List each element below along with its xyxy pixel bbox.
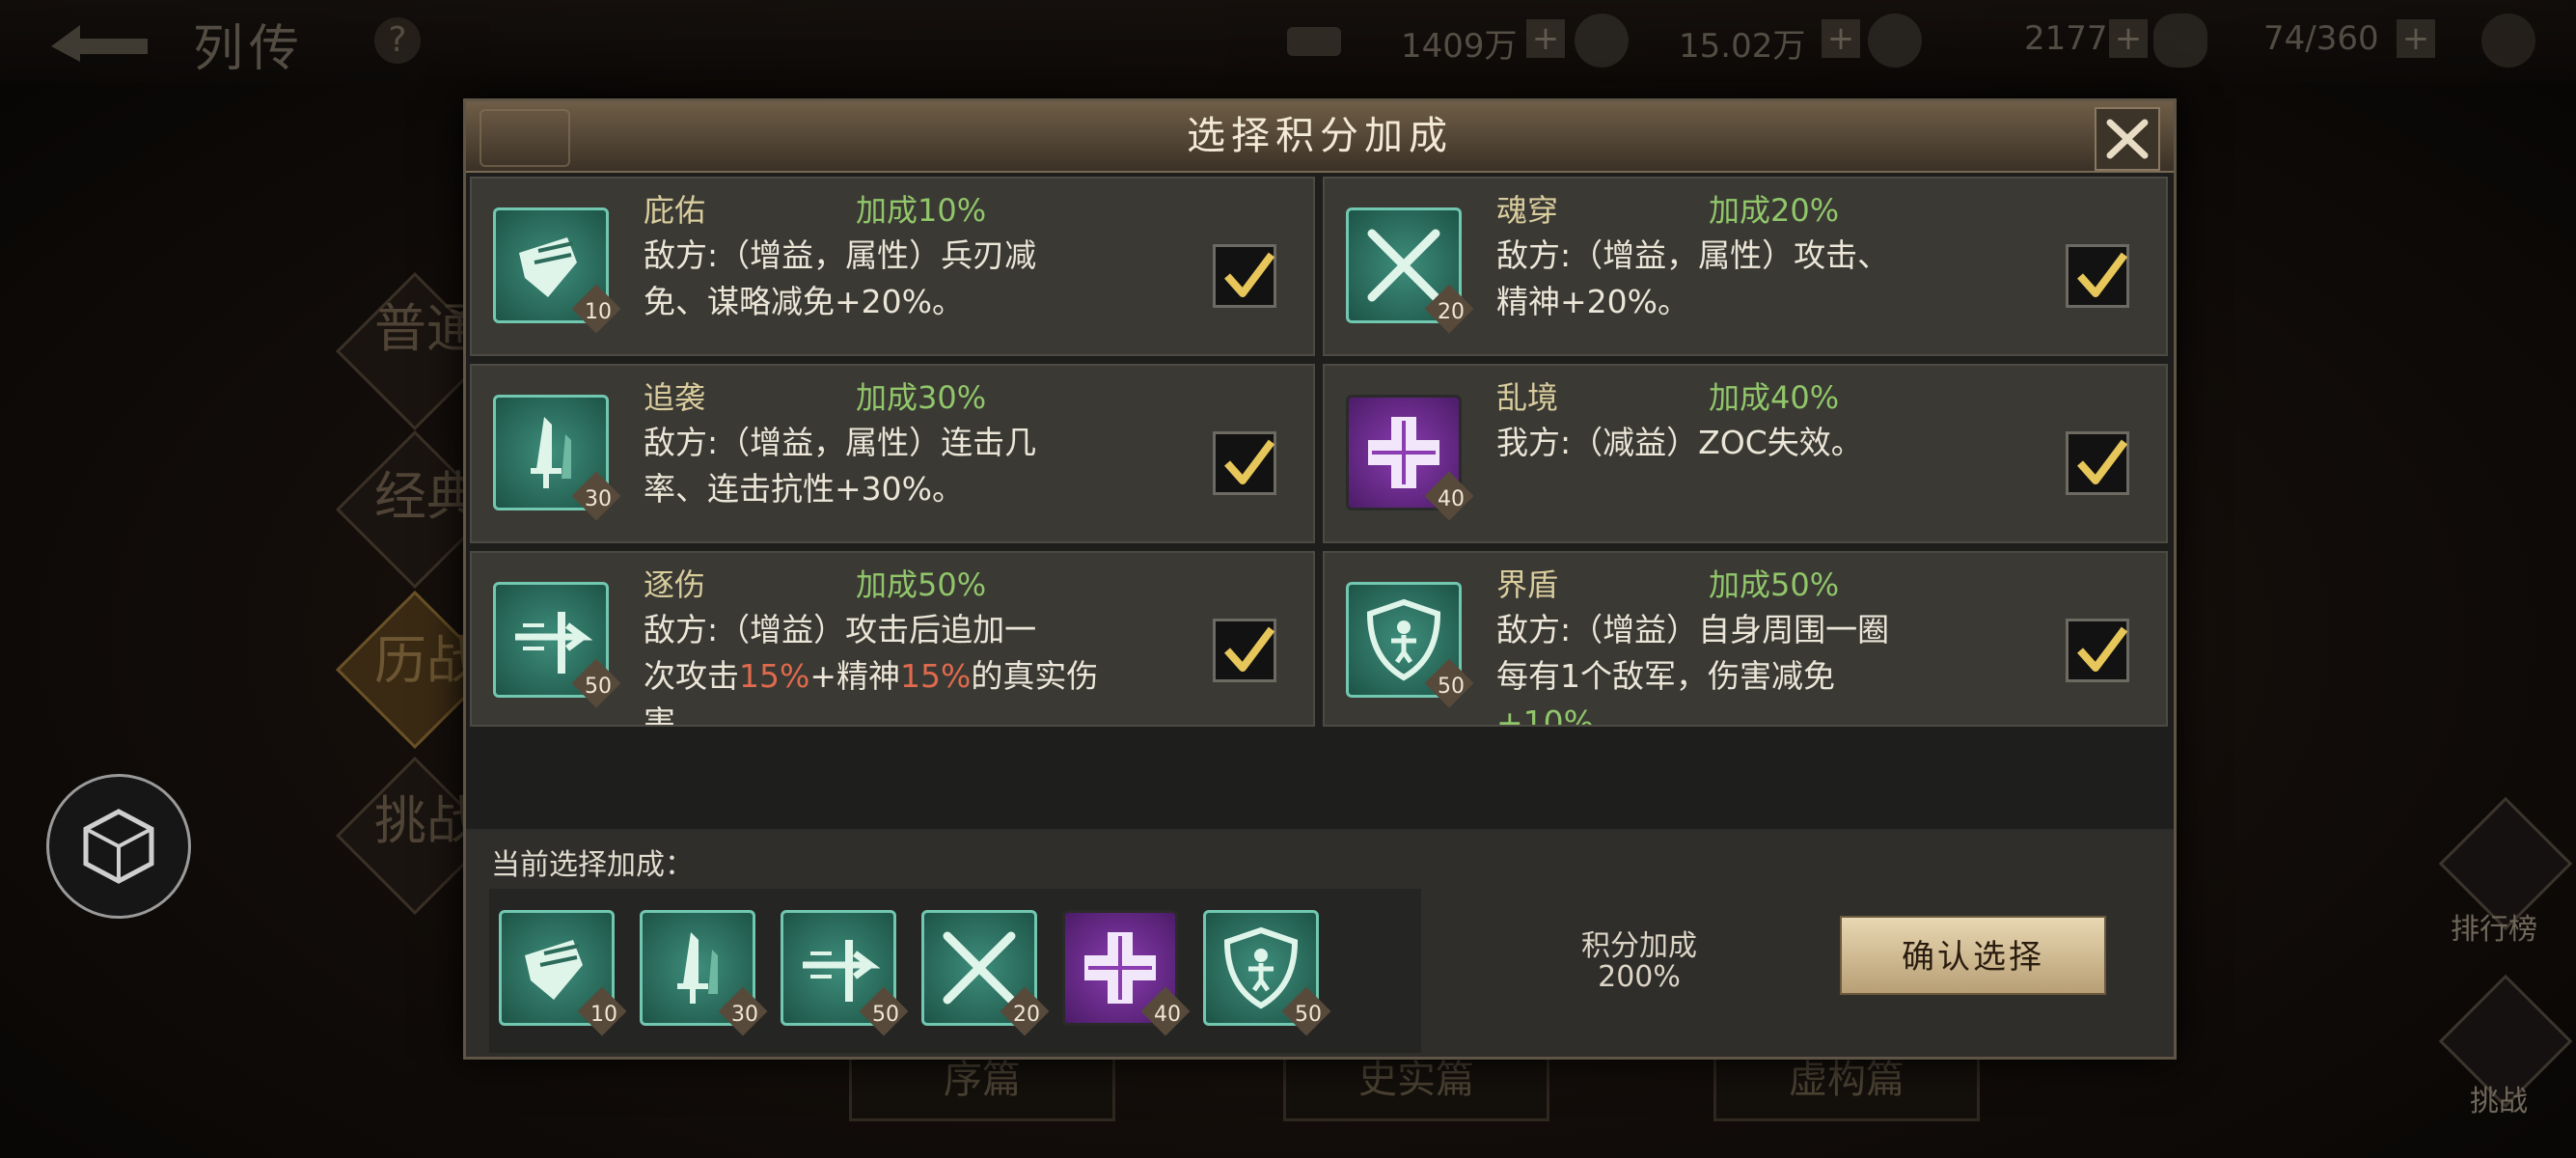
menu-icon[interactable] — [2481, 14, 2535, 68]
bonus-description: 敌方:（增益，属性）连击几 率、连击抗性+30%。 — [644, 424, 1037, 508]
copper-coin-icon — [1575, 14, 1629, 68]
bonus-card-biyou[interactable]: 10 庇佑 加成10% 敌方:（增益，属性）兵刃减 免、谋略减免+20%。 — [470, 177, 1315, 356]
ranking-label: 排行榜 — [2451, 913, 2537, 947]
cube-menu-button[interactable] — [46, 774, 191, 919]
bonus-name: 追袭 — [644, 379, 706, 416]
shield-wing-icon[interactable]: 10 — [499, 910, 627, 1036]
confirm-selection-button[interactable]: 确认选择 — [1840, 916, 2106, 995]
sword-arrow-icon[interactable]: 50 — [781, 910, 909, 1036]
bonus-percent: 加成50% — [856, 566, 987, 603]
level-badge: 50 — [585, 675, 612, 699]
level-badge: 50 — [1295, 1003, 1322, 1027]
resource-4-add-button[interactable]: + — [2397, 19, 2435, 58]
dialog-header: 选择积分加成 — [466, 101, 2174, 173]
bonus-name: 逐伤 — [644, 566, 706, 603]
bonus-percent: 加成40% — [1709, 379, 1840, 416]
bonus-percent: 加成30% — [856, 379, 987, 416]
bonus-select-dialog: 选择积分加成 10 庇佑 加成10% 敌方:（增益，属性）兵刃减 免、谋略减免+… — [463, 98, 2177, 1060]
checkmark-icon — [2077, 252, 2128, 297]
bonus-card-jiedun[interactable]: 50 界盾 加成50% 敌方:（增益）自身周围一圈 每有1个敌军，伤害减免 +1… — [1323, 551, 2168, 727]
level-badge: 40 — [1438, 487, 1465, 511]
purple-cross-icon[interactable]: 40 — [1062, 910, 1191, 1036]
bonus-card-zhushang[interactable]: 50 逐伤 加成50% 敌方:（增益）攻击后追加一 次攻击15%+精神15%的真… — [470, 551, 1315, 727]
resource-3-add-button[interactable]: + — [2109, 19, 2148, 58]
score-bonus-label: 积分加成 — [1581, 929, 1697, 963]
close-button[interactable] — [2095, 107, 2160, 171]
bonus-description: 敌方:（增益，属性）攻击、 精神+20%。 — [1496, 236, 1890, 320]
bonus-name: 乱境 — [1496, 379, 1559, 416]
sword-arrow-icon: 50 — [493, 582, 621, 708]
resource-2-add-button[interactable]: + — [1822, 19, 1860, 58]
help-icon[interactable]: ? — [374, 17, 421, 64]
resource-1-value: 1409万 — [1401, 27, 1518, 66]
top-bar: 列传 ? 1409万 + 15.02万 + 2177 + 74/360 + — [0, 0, 2576, 83]
score-bonus-value: 200% — [1598, 960, 1681, 994]
bonus-card-luanjing[interactable]: 40 乱境 加成40% 我方:（减益）ZOC失效。 — [1323, 364, 2168, 543]
bonus-name: 界盾 — [1496, 566, 1559, 603]
checkmark-icon — [1224, 626, 1275, 672]
twin-sword-icon[interactable]: 30 — [640, 910, 768, 1036]
checkmark-icon — [2077, 626, 2128, 672]
bonus-percent: 加成50% — [1709, 566, 1840, 603]
resource-1-add-button[interactable]: + — [1526, 19, 1565, 58]
shield-figure-icon[interactable]: 50 — [1203, 910, 1331, 1036]
selection-footer: 当前选择加成： 10 30 50 20 40 50 积分加成 200% 确认选择 — [466, 831, 2174, 1057]
close-icon — [2106, 119, 2149, 159]
bonus-card-zhuixi[interactable]: 30 追袭 加成30% 敌方:（增益，属性）连击几 率、连击抗性+30%。 — [470, 364, 1315, 543]
shield-wing-icon: 10 — [493, 207, 621, 334]
level-badge: 10 — [585, 300, 612, 324]
dialog-title: 选择积分加成 — [1187, 114, 1453, 158]
level-badge: 30 — [585, 487, 612, 511]
back-arrow-icon[interactable] — [46, 17, 152, 66]
level-badge: 20 — [1438, 300, 1465, 324]
page-title: 列传 — [193, 20, 306, 78]
shield-figure-icon: 50 — [1346, 582, 1474, 708]
cloud-icon — [2153, 14, 2207, 68]
bonus-name: 庇佑 — [644, 192, 706, 229]
bonus-description: 我方:（减益）ZOC失效。 — [1496, 424, 1863, 461]
bonus-name: 魂穿 — [1496, 192, 1559, 229]
crossed-swords-icon: 20 — [1346, 207, 1474, 334]
level-badge: 40 — [1154, 1003, 1181, 1027]
bonus-percent: 加成20% — [1709, 192, 1840, 229]
jade-coin-icon — [1868, 14, 1922, 68]
level-badge: 50 — [872, 1003, 899, 1027]
bonus-checkbox[interactable] — [2066, 431, 2129, 495]
checkmark-icon — [1224, 252, 1275, 297]
bonus-description: 敌方:（增益）自身周围一圈 每有1个敌军，伤害减免 +10% — [1496, 611, 1890, 727]
bonus-description: 敌方:（增益，属性）兵刃减 免、谋略减免+20%。 — [644, 236, 1037, 320]
level-badge: 10 — [590, 1003, 617, 1027]
bonus-checkbox[interactable] — [1213, 244, 1276, 308]
challenge-label: 挑战 — [2470, 1085, 2528, 1118]
checkmark-icon — [2077, 439, 2128, 484]
current-selection-label: 当前选择加成： — [491, 848, 694, 882]
level-badge: 50 — [1438, 675, 1465, 699]
purple-cross-icon: 40 — [1346, 395, 1474, 521]
selected-bonus-strip: 10 30 50 20 40 50 — [489, 889, 1421, 1053]
level-badge: 30 — [731, 1003, 758, 1027]
twin-sword-icon: 30 — [493, 395, 621, 521]
resource-2-value: 15.02万 — [1679, 27, 1806, 66]
checkmark-icon — [1224, 439, 1275, 484]
cube-icon — [83, 809, 154, 884]
crossed-swords-icon[interactable]: 20 — [921, 910, 1050, 1036]
bonus-description: 敌方:（增益）攻击后追加一 次攻击15%+精神15%的真实伤 害 — [644, 611, 1099, 727]
bonus-checkbox[interactable] — [1213, 619, 1276, 682]
ticket-icon — [1287, 27, 1341, 56]
bonus-percent: 加成10% — [856, 192, 987, 229]
bonus-card-hunchuan[interactable]: 20 魂穿 加成20% 敌方:（增益，属性）攻击、 精神+20%。 — [1323, 177, 2168, 356]
level-badge: 20 — [1013, 1003, 1040, 1027]
bonus-checkbox[interactable] — [2066, 244, 2129, 308]
resource-4-value: 74/360 — [2263, 19, 2379, 58]
resource-3-value: 2177 — [2024, 19, 2108, 58]
bonus-list: 10 庇佑 加成10% 敌方:（增益，属性）兵刃减 免、谋略减免+20%。 20… — [466, 173, 2174, 829]
bonus-checkbox[interactable] — [1213, 431, 1276, 495]
bonus-checkbox[interactable] — [2066, 619, 2129, 682]
